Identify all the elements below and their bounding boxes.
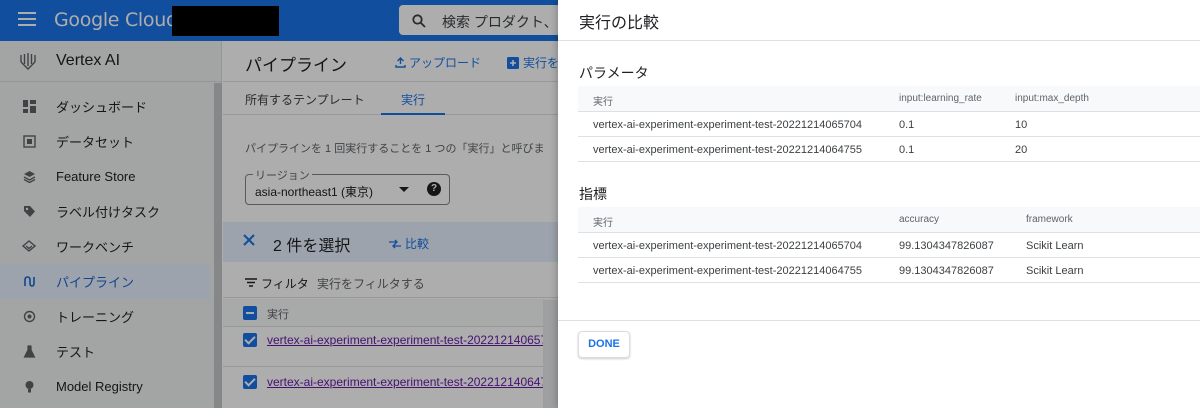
max-depth-value: 10 bbox=[1015, 119, 1028, 131]
learning-rate-value: 0.1 bbox=[899, 119, 915, 131]
run-name: vertex-ai-experiment-experiment-test-202… bbox=[593, 144, 863, 156]
column-header-accuracy: accuracy bbox=[899, 214, 940, 225]
learning-rate-value: 0.1 bbox=[899, 144, 915, 156]
table-header: 実行 input:learning_rate input:max_depth bbox=[578, 86, 1200, 112]
table-row: vertex-ai-experiment-experiment-test-202… bbox=[578, 112, 1200, 137]
max-depth-value: 20 bbox=[1015, 144, 1028, 156]
column-header-framework: framework bbox=[1026, 214, 1073, 225]
table-row: vertex-ai-experiment-experiment-test-202… bbox=[578, 137, 1200, 162]
done-button[interactable]: DONE bbox=[578, 331, 630, 358]
run-name: vertex-ai-experiment-experiment-test-202… bbox=[593, 240, 863, 252]
run-name: vertex-ai-experiment-experiment-test-202… bbox=[593, 265, 863, 277]
divider bbox=[558, 40, 1200, 41]
column-header-learning-rate: input:learning_rate bbox=[899, 93, 982, 104]
column-header-max-depth: input:max_depth bbox=[1015, 93, 1089, 104]
modal-scrim[interactable] bbox=[0, 0, 558, 408]
framework-value: Scikit Learn bbox=[1026, 265, 1084, 277]
table-row: vertex-ai-experiment-experiment-test-202… bbox=[578, 258, 1200, 283]
parameters-title: パラメータ bbox=[579, 65, 649, 81]
parameters-table: 実行 input:learning_rate input:max_depth v… bbox=[578, 86, 1200, 162]
metrics-title: 指標 bbox=[579, 186, 607, 202]
table-row: vertex-ai-experiment-experiment-test-202… bbox=[578, 233, 1200, 258]
column-header-run: 実行 bbox=[593, 218, 613, 229]
run-name: vertex-ai-experiment-experiment-test-202… bbox=[593, 119, 863, 131]
compare-runs-panel: 実行の比較 パラメータ 実行 input:learning_rate input… bbox=[558, 0, 1200, 408]
table-header: 実行 accuracy framework bbox=[578, 207, 1200, 233]
panel-title: 実行の比較 bbox=[579, 15, 660, 32]
framework-value: Scikit Learn bbox=[1026, 240, 1084, 252]
divider bbox=[558, 320, 1200, 321]
accuracy-value: 99.1304347826087 bbox=[899, 240, 994, 252]
metrics-table: 実行 accuracy framework vertex-ai-experime… bbox=[578, 207, 1200, 283]
accuracy-value: 99.1304347826087 bbox=[899, 265, 994, 277]
column-header-run: 実行 bbox=[593, 97, 613, 108]
